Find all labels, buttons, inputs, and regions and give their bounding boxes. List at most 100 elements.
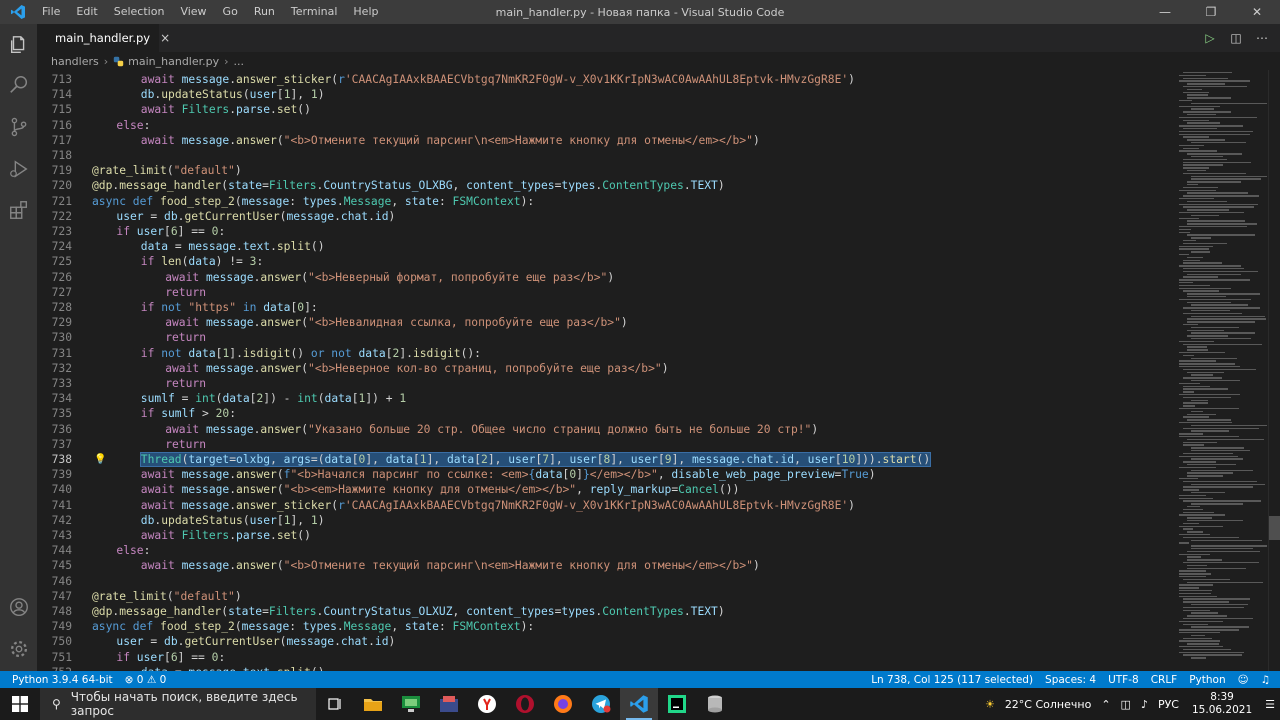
code-line[interactable]: 732 await message.answer("<b>Неверное кол…	[37, 361, 669, 376]
code-content[interactable]: @dp.message_handler(state=Filters.Countr…	[92, 178, 725, 193]
code-text[interactable]: await message.answer("<b>Отмените текущи…	[141, 134, 760, 147]
code-content[interactable]: else:	[92, 118, 150, 133]
code-line[interactable]: 730 return	[37, 330, 206, 345]
code-text[interactable]: await message.answer(f"<b>Начался парсин…	[141, 468, 876, 481]
code-text[interactable]: async def food_step_2(message: types.Mes…	[92, 195, 534, 208]
line-endings[interactable]: CRLF	[1145, 674, 1184, 686]
clock[interactable]: 8:39 15.06.2021	[1184, 691, 1260, 717]
tab-main-handler[interactable]: main_handler.py ×	[37, 24, 170, 52]
manage-gear-icon[interactable]	[6, 636, 31, 661]
code-text[interactable]: else:	[116, 119, 150, 132]
selected-text[interactable]: Thread(target=olxbg, args=(data[0], data…	[139, 452, 932, 467]
database-app-icon[interactable]	[696, 688, 734, 720]
code-line[interactable]: 714 db.updateStatus(user[1], 1)	[37, 87, 325, 102]
code-line[interactable]: 719 @rate_limit("default")	[37, 163, 242, 178]
code-content[interactable]: return	[92, 330, 206, 345]
source-control-icon[interactable]	[6, 114, 31, 139]
run-debug-icon[interactable]	[6, 156, 31, 181]
breadcrumb-folder[interactable]: handlers	[51, 55, 99, 68]
code-line[interactable]: 720 @dp.message_handler(state=Filters.Cou…	[37, 178, 725, 193]
code-text[interactable]: @dp.message_handler(state=Filters.Countr…	[92, 605, 725, 618]
code-text[interactable]: db.updateStatus(user[1], 1)	[141, 514, 325, 527]
code-content[interactable]: async def food_step_2(message: types.Mes…	[92, 194, 534, 209]
code-text[interactable]: @rate_limit("default")	[92, 590, 242, 603]
menu-item-selection[interactable]: Selection	[106, 0, 173, 24]
code-line[interactable]: 728 if not "https" in data[0]:	[37, 300, 318, 315]
split-editor-icon[interactable]: ◫	[1228, 31, 1244, 45]
vertical-scrollbar[interactable]	[1268, 70, 1280, 671]
code-content[interactable]: data = message.text.split()	[92, 239, 325, 254]
menu-item-view[interactable]: View	[172, 0, 214, 24]
tray-expand-icon[interactable]: ⌃	[1096, 698, 1115, 711]
code-content[interactable]: @rate_limit("default")	[92, 163, 242, 178]
code-line[interactable]: 749 async def food_step_2(message: types.…	[37, 619, 535, 634]
breadcrumb-symbol[interactable]: ...	[234, 55, 245, 68]
code-content[interactable]: await message.answer("Указано больше 20 …	[92, 422, 818, 437]
code-line[interactable]: 738 💡 Thread(target=olxbg, args=(data[0], …	[37, 452, 932, 467]
code-content[interactable]: await message.answer("<b><em>Нажмите кно…	[92, 482, 740, 497]
telegram-icon[interactable]	[582, 688, 620, 720]
extensions-icon[interactable]	[6, 197, 31, 222]
code-content[interactable]: db.updateStatus(user[1], 1)	[92, 513, 325, 528]
menu-item-file[interactable]: File	[34, 0, 68, 24]
code-text[interactable]: return	[165, 286, 206, 299]
weather-text[interactable]: 22°C Солнечно	[1000, 698, 1097, 711]
code-content[interactable]: @rate_limit("default")	[92, 589, 242, 604]
opera-gx-icon[interactable]	[506, 688, 544, 720]
code-text[interactable]: await message.answer_sticker(r'CAACAgIAA…	[141, 73, 855, 86]
code-line[interactable]: 751 if user[6] == 0:	[37, 650, 226, 665]
code-content[interactable]: sumlf = int(data[2]) - int(data[1]) + 1	[92, 391, 406, 406]
code-content[interactable]: if not "https" in data[0]:	[92, 300, 318, 315]
menu-item-terminal[interactable]: Terminal	[283, 0, 346, 24]
network-icon[interactable]: ◫	[1116, 698, 1136, 711]
code-text[interactable]: await Filters.parse.set()	[141, 529, 311, 542]
encoding[interactable]: UTF-8	[1102, 674, 1145, 686]
code-text[interactable]: await message.answer("<b><em>Нажмите кно…	[141, 483, 740, 496]
code-line[interactable]: 736 await message.answer("Указано больше …	[37, 422, 819, 437]
cursor-position[interactable]: Ln 738, Col 125 (117 selected)	[865, 674, 1039, 686]
indentation[interactable]: Spaces: 4	[1039, 674, 1102, 686]
code-text[interactable]: if len(data) != 3:	[141, 255, 263, 268]
code-content[interactable]: if not data[1].isdigit() or not data[2].…	[92, 346, 481, 361]
code-content[interactable]: await Filters.parse.set()	[92, 528, 311, 543]
code-text[interactable]: async def food_step_2(message: types.Mes…	[92, 620, 534, 633]
code-content[interactable]: user = db.getCurrentUser(message.chat.id…	[92, 209, 395, 224]
code-content[interactable]: if len(data) != 3:	[92, 254, 263, 269]
task-view-icon[interactable]	[316, 688, 354, 720]
code-line[interactable]: 744 else:	[37, 543, 151, 558]
menu-item-go[interactable]: Go	[215, 0, 246, 24]
code-text[interactable]: await message.answer("Указано больше 20 …	[165, 423, 818, 436]
vscode-taskbar-icon[interactable]	[620, 688, 658, 720]
minimap[interactable]	[1173, 70, 1268, 671]
explorer-icon[interactable]	[6, 32, 31, 57]
yandex-browser-icon[interactable]	[468, 688, 506, 720]
code-line[interactable]: 733 return	[37, 376, 206, 391]
code-line[interactable]: 737 return	[37, 437, 206, 452]
code-content[interactable]: await message.answer("<b>Отмените текущи…	[92, 133, 760, 148]
code-line[interactable]: 741 await message.answer_sticker(r'CAACAg…	[37, 498, 855, 513]
menu-item-run[interactable]: Run	[246, 0, 283, 24]
code-editor[interactable]: 713 await message.answer_sticker(r'CAACAg…	[37, 70, 1173, 671]
code-line[interactable]: 721 async def food_step_2(message: types.…	[37, 194, 535, 209]
code-content[interactable]: await message.answer("<b>Отмените текущи…	[92, 558, 760, 573]
code-text[interactable]: await message.answer("<b>Неверное кол-во…	[165, 362, 668, 375]
code-text[interactable]: await Filters.parse.set()	[141, 103, 311, 116]
volume-icon[interactable]: ♪	[1136, 698, 1153, 711]
code-content[interactable]: await message.answer("<b>Невалидная ссыл…	[92, 315, 628, 330]
code-line[interactable]: 727 return	[37, 285, 206, 300]
code-line[interactable]: 718	[37, 148, 72, 163]
minimize-button[interactable]: —	[1142, 0, 1188, 24]
code-content[interactable]: db.updateStatus(user[1], 1)	[92, 87, 325, 102]
pycharm-icon[interactable]	[658, 688, 696, 720]
code-text[interactable]: if user[6] == 0:	[116, 651, 225, 664]
code-content[interactable]: await message.answer_sticker(r'CAACAgIAA…	[92, 498, 855, 513]
code-content[interactable]: async def food_step_2(message: types.Mes…	[92, 619, 534, 634]
code-line[interactable]: 723 if user[6] == 0:	[37, 224, 226, 239]
code-line[interactable]: 715 await Filters.parse.set()	[37, 102, 311, 117]
code-text[interactable]: await message.answer_sticker(r'CAACAgIAA…	[141, 499, 855, 512]
code-line[interactable]: 716 else:	[37, 118, 151, 133]
code-line[interactable]: 743 await Filters.parse.set()	[37, 528, 311, 543]
firefox-icon[interactable]	[544, 688, 582, 720]
code-line[interactable]: 722 user = db.getCurrentUser(message.chat…	[37, 209, 396, 224]
code-text[interactable]: await message.answer("<b>Отмените текущи…	[141, 559, 760, 572]
